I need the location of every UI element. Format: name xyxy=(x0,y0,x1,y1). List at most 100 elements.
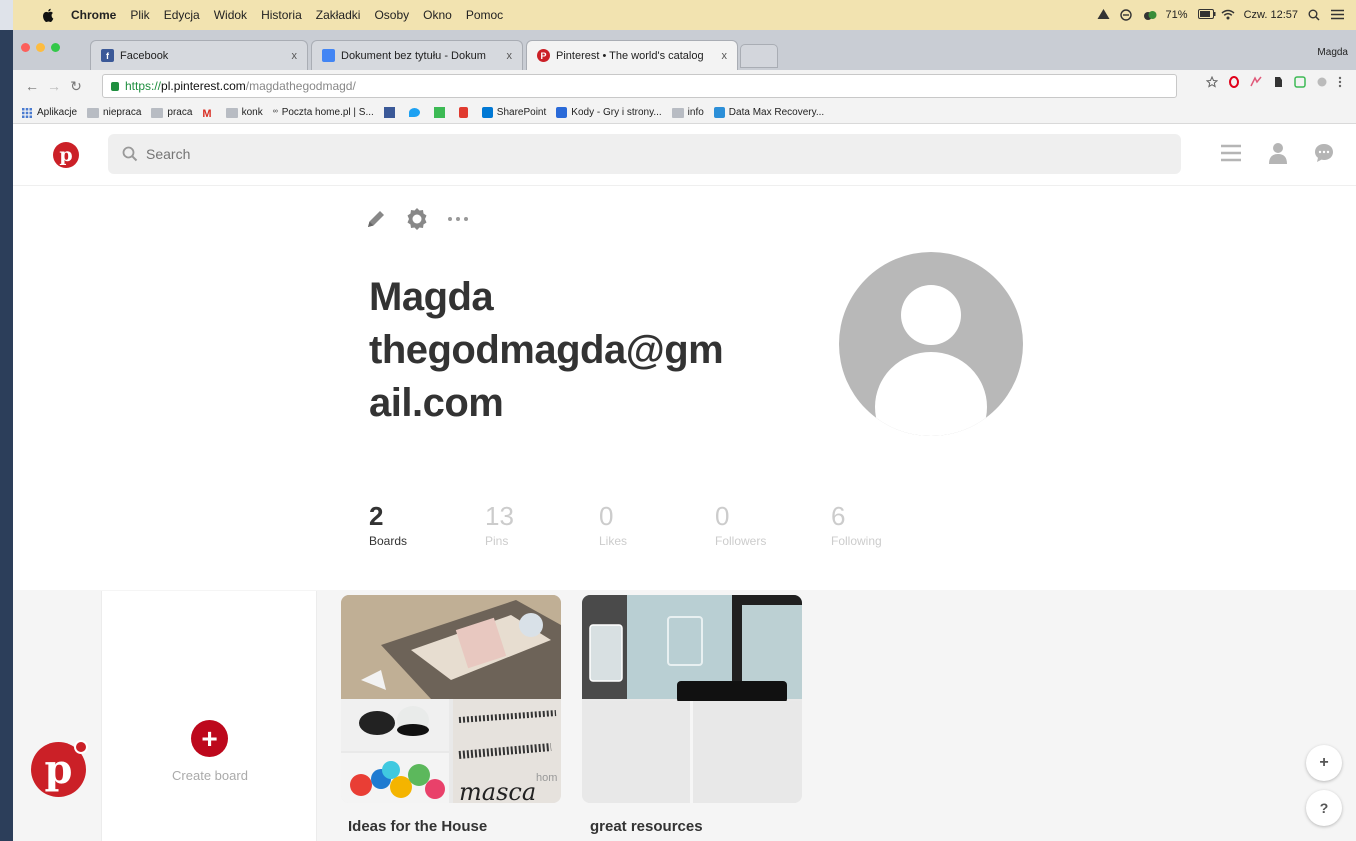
menu-app-chrome[interactable]: Chrome xyxy=(71,8,116,22)
bookmark-folder-konk[interactable]: konk xyxy=(225,107,263,118)
extension-green-icon[interactable] xyxy=(1294,75,1306,88)
menu-edycja[interactable]: Edycja xyxy=(164,8,200,22)
bookmark-label: SharePoint xyxy=(496,107,547,118)
menu-pomoc[interactable]: Pomoc xyxy=(466,8,503,22)
forward-arrow-icon[interactable]: → xyxy=(43,75,65,97)
stat-label: Pins xyxy=(485,534,509,548)
evernote-icon[interactable] xyxy=(1272,75,1284,87)
stat-count: 0 xyxy=(599,501,614,531)
search-input[interactable] xyxy=(146,146,1046,162)
bookmark-facebook[interactable] xyxy=(383,107,399,118)
tab-google-docs[interactable]: Dokument bez tytułu - Dokum x xyxy=(311,40,523,70)
board-card-ideas-for-the-house[interactable]: masca hom xyxy=(341,595,561,803)
bookmark-poczta[interactable]: ∞ Poczta home.pl | S... xyxy=(273,107,374,118)
menu-okno[interactable]: Okno xyxy=(423,8,452,22)
opera-extension-icon[interactable] xyxy=(1228,75,1240,88)
tab-close-icon[interactable]: x xyxy=(292,50,298,62)
close-window-icon[interactable] xyxy=(21,43,30,52)
bookmark-bag[interactable] xyxy=(458,107,472,118)
stat-following[interactable]: 6 Following xyxy=(831,500,947,548)
create-board-plus-icon[interactable]: + xyxy=(191,720,228,757)
gmail-icon: M xyxy=(202,107,212,120)
bookmark-folder-niepraca[interactable]: niepraca xyxy=(87,107,141,118)
menu-zakladki[interactable]: Zakładki xyxy=(316,8,361,22)
apple-icon[interactable] xyxy=(41,8,55,22)
pinterest-header: p xyxy=(13,124,1356,186)
tab-pinterest-active[interactable]: P Pinterest • The world's catalog x xyxy=(526,40,738,70)
battery-icon[interactable] xyxy=(1197,9,1216,21)
menu-historia[interactable]: Historia xyxy=(261,8,302,22)
bookmark-kody[interactable]: Kody - Gry i strony... xyxy=(556,107,662,118)
search-bar[interactable] xyxy=(108,134,1181,174)
notification-center-icon[interactable] xyxy=(1331,9,1344,21)
menu-icon[interactable] xyxy=(1220,144,1242,162)
profile-avatar[interactable] xyxy=(839,252,1023,436)
bookmark-image[interactable] xyxy=(433,107,449,118)
bookmark-folder-praca[interactable]: praca xyxy=(151,107,192,118)
extension-icon[interactable] xyxy=(1250,75,1262,87)
search-icon xyxy=(122,146,138,162)
pinterest-logo-icon[interactable]: p xyxy=(53,142,79,168)
settings-gear-icon[interactable] xyxy=(405,207,429,231)
bookmark-label: konk xyxy=(241,107,263,118)
image-icon xyxy=(433,107,445,118)
bookmark-apps[interactable]: Aplikacje xyxy=(21,107,77,118)
facebook-icon xyxy=(383,107,395,118)
header-icons xyxy=(1220,142,1334,164)
bookmark-sharepoint[interactable]: SharePoint xyxy=(481,107,547,118)
stat-boards[interactable]: 2 Boards xyxy=(369,500,485,548)
chrome-menu-icon[interactable] xyxy=(1338,75,1350,88)
add-pin-button[interactable]: + xyxy=(1306,745,1342,781)
tab-facebook[interactable]: f Facebook x xyxy=(90,40,308,70)
address-bar[interactable]: https:// pl.pinterest.com /magdathegodma… xyxy=(102,74,1177,98)
shopping-bag-icon xyxy=(458,107,468,118)
maximize-window-icon[interactable] xyxy=(51,43,60,52)
bookmark-star-icon[interactable] xyxy=(1205,75,1219,88)
stat-count: 13 xyxy=(485,501,514,531)
bookmark-gmail[interactable]: M xyxy=(202,107,215,120)
bookmark-folder-info[interactable]: info xyxy=(671,107,704,118)
help-button[interactable]: ? xyxy=(1306,790,1342,826)
wifi-icon[interactable] xyxy=(1221,9,1235,21)
board-card-great-resources[interactable] xyxy=(582,595,802,803)
desktop-edge-top xyxy=(0,0,13,30)
create-board-label: Create board xyxy=(172,768,248,783)
twitter-icon xyxy=(408,108,420,117)
menubar-clock[interactable]: Czw. 12:57 xyxy=(1244,9,1298,21)
kody-icon xyxy=(556,107,568,118)
more-options-icon[interactable] xyxy=(447,216,469,222)
new-tab-button[interactable] xyxy=(740,44,778,68)
menu-widok[interactable]: Widok xyxy=(214,8,247,22)
sync-icon[interactable] xyxy=(1119,9,1133,21)
tab-close-icon[interactable]: x xyxy=(722,50,728,62)
profile-icon[interactable] xyxy=(1268,142,1288,164)
tab-title: Facebook xyxy=(120,49,169,62)
stat-likes[interactable]: 0 Likes xyxy=(599,500,715,548)
bookmark-twitter[interactable] xyxy=(408,108,424,117)
create-board-card[interactable]: + Create board xyxy=(101,591,317,841)
drive-icon[interactable] xyxy=(1097,9,1110,21)
desktop-edge xyxy=(0,0,13,841)
stat-followers[interactable]: 0 Followers xyxy=(715,500,831,548)
back-arrow-icon[interactable]: ← xyxy=(21,75,43,97)
bookmark-label: praca xyxy=(167,107,193,118)
stat-label: Following xyxy=(831,534,882,548)
tab-close-icon[interactable]: x xyxy=(507,50,513,62)
messages-icon[interactable] xyxy=(1314,143,1334,163)
board-title[interactable]: Ideas for the House xyxy=(348,818,487,835)
cloud-app-icon[interactable] xyxy=(1143,9,1157,21)
avatar-placeholder-head xyxy=(901,285,961,345)
edit-pencil-icon[interactable] xyxy=(365,208,387,230)
menu-osoby[interactable]: Osoby xyxy=(374,8,409,22)
board-title[interactable]: great resources xyxy=(590,818,703,835)
menu-plik[interactable]: Plik xyxy=(130,8,149,22)
spotlight-search-icon[interactable] xyxy=(1308,9,1321,21)
bookmark-data-max[interactable]: Data Max Recovery... xyxy=(713,107,824,118)
chrome-profile-name[interactable]: Magda xyxy=(1317,47,1348,58)
board-cover-image xyxy=(582,595,802,803)
url-host: pl.pinterest.com xyxy=(161,79,246,93)
reload-icon[interactable]: ↻ xyxy=(65,75,87,97)
extension-gray-icon[interactable] xyxy=(1316,75,1328,87)
minimize-window-icon[interactable] xyxy=(36,43,45,52)
stat-pins[interactable]: 13 Pins xyxy=(485,500,599,548)
